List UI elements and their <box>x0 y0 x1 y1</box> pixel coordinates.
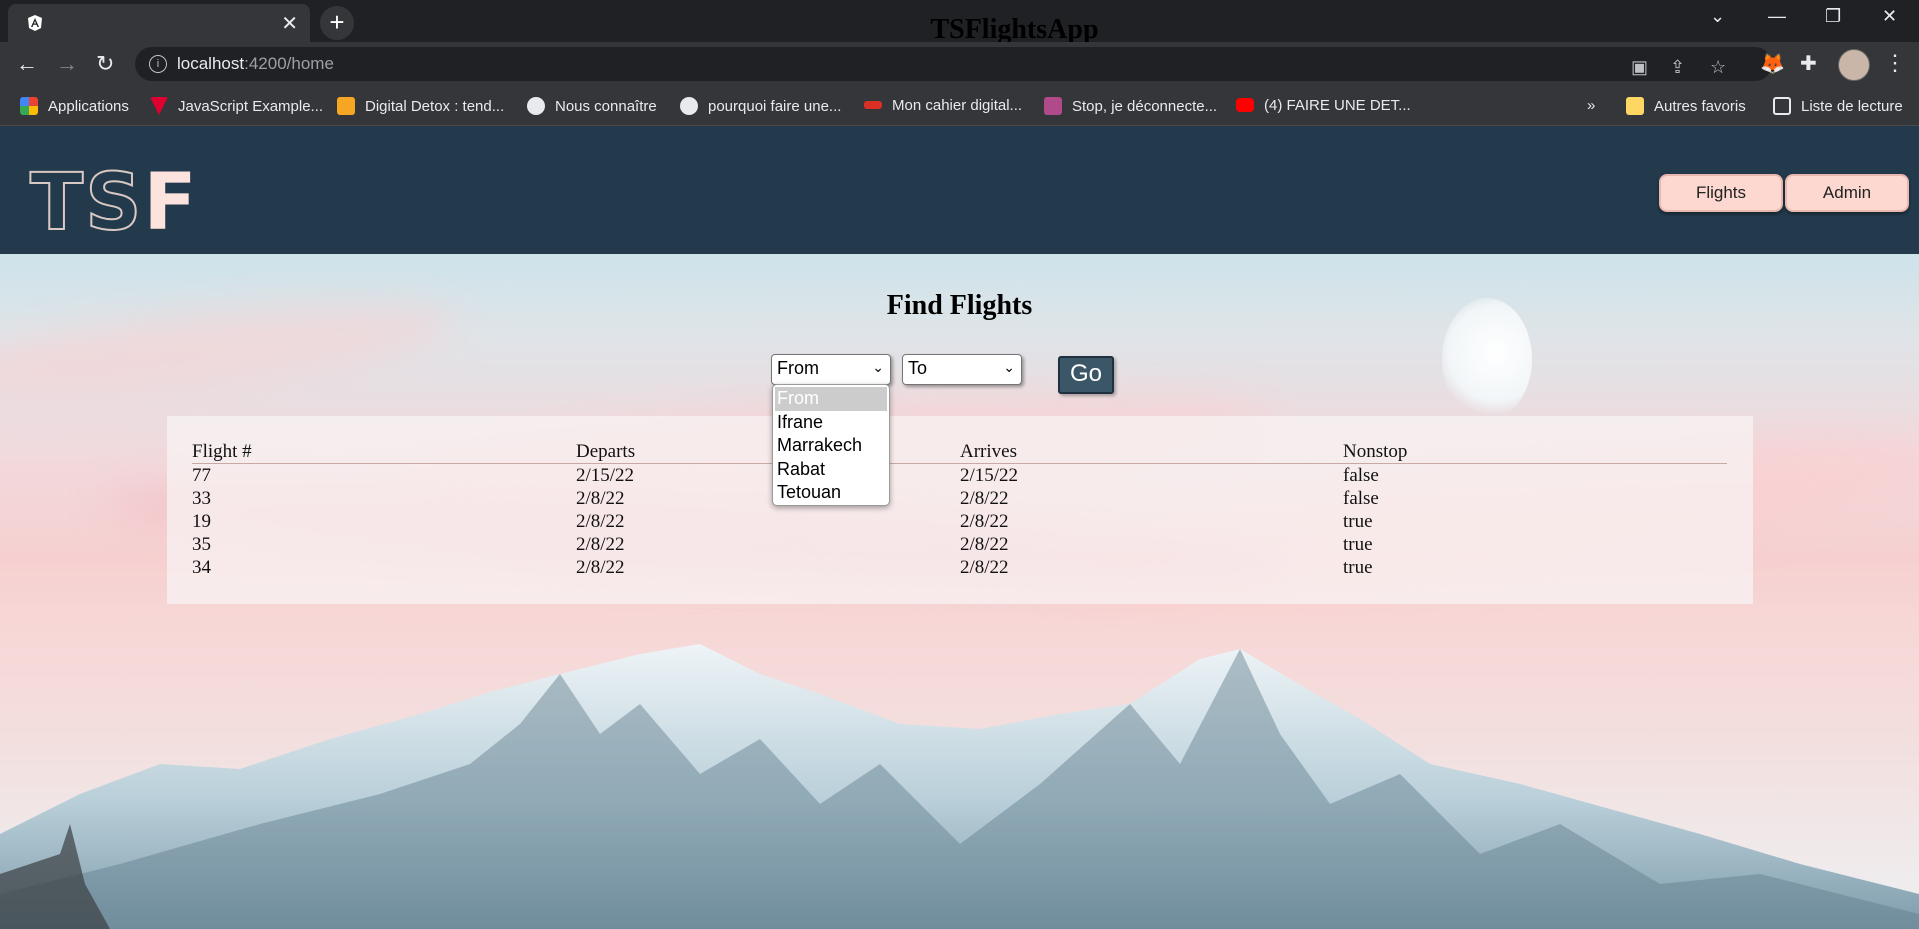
menu-kebab-icon[interactable]: ⋮ <box>1884 50 1906 76</box>
cell-nonstop: true <box>1343 534 1373 555</box>
translate-icon[interactable]: ▣ <box>1631 57 1648 78</box>
browser-tab[interactable]: TSFlightsApp ✕ <box>8 4 1099 45</box>
cahier-icon <box>864 101 882 109</box>
cell-arrives: 2/8/22 <box>960 488 1009 509</box>
new-tab-button[interactable]: + <box>320 6 354 40</box>
cell-flight-number: 77 <box>192 465 211 486</box>
bookmark-applications[interactable]: Applications <box>20 97 129 115</box>
angular-icon <box>150 97 168 115</box>
cell-departs: 2/8/22 <box>576 488 625 509</box>
flights-table-panel: Flight # Departs Arrives Nonstop 77 2/15… <box>167 416 1753 604</box>
cell-nonstop: false <box>1343 465 1379 486</box>
from-option-rabat[interactable]: Rabat <box>773 458 889 482</box>
from-option-marrakech[interactable]: Marrakech <box>773 434 889 458</box>
cell-flight-number: 35 <box>192 534 211 555</box>
forward-button[interactable]: → <box>56 51 78 77</box>
folder-icon <box>1626 97 1644 115</box>
cell-departs: 2/15/22 <box>576 465 635 486</box>
header-departs: Departs <box>576 441 636 462</box>
page-title: Find Flights <box>886 290 1033 321</box>
cell-flight-number: 34 <box>192 557 211 578</box>
from-option-from[interactable]: From <box>775 387 887 411</box>
mountain-range-image <box>0 644 1919 929</box>
minimize-button[interactable]: — <box>1768 6 1786 27</box>
address-bar[interactable]: i localhost:4200/home ▣ ⇪ ☆ <box>135 47 1772 81</box>
bookmark-mon-cahier[interactable]: Mon cahier digital... <box>864 97 1022 114</box>
cell-flight-number: 19 <box>192 511 211 532</box>
cell-arrives: 2/8/22 <box>960 534 1009 555</box>
bookmark-nous-connaitre[interactable]: Nous connaître <box>527 97 657 115</box>
cell-arrives: 2/8/22 <box>960 511 1009 532</box>
app-header: TSF Flights Admin <box>0 126 1919 254</box>
site-info-icon[interactable]: i <box>149 55 167 73</box>
bookmark-javascript-examples[interactable]: JavaScript Example... <box>150 97 323 115</box>
cell-departs: 2/8/22 <box>576 557 625 578</box>
header-flight-number: Flight # <box>192 441 252 462</box>
chevron-down-icon: ⌄ <box>872 359 884 375</box>
table-row[interactable]: 19 2/8/22 2/8/22 true <box>192 510 1727 533</box>
table-header-row: Flight # Departs Arrives Nonstop <box>192 440 1727 464</box>
from-option-tetouan[interactable]: Tetouan <box>773 481 889 505</box>
go-button[interactable]: Go <box>1058 356 1114 394</box>
cell-flight-number: 33 <box>192 488 211 509</box>
cell-nonstop: true <box>1343 557 1373 578</box>
digital-detox-icon <box>337 97 355 115</box>
cell-departs: 2/8/22 <box>576 534 625 555</box>
reading-list[interactable]: Liste de lecture <box>1773 97 1903 115</box>
metamask-extension-icon[interactable]: 🦊 <box>1760 51 1785 76</box>
table-row[interactable]: 34 2/8/22 2/8/22 true <box>192 556 1727 579</box>
bookmark-star-icon[interactable]: ☆ <box>1710 57 1726 78</box>
youtube-icon <box>1236 98 1254 112</box>
cell-nonstop: false <box>1343 488 1379 509</box>
reload-button[interactable]: ↻ <box>96 51 114 77</box>
cell-nonstop: true <box>1343 511 1373 532</box>
profile-avatar[interactable] <box>1838 49 1870 81</box>
other-bookmarks-folder[interactable]: Autres favoris <box>1626 97 1746 115</box>
browser-toolbar: ← → ↻ i localhost:4200/home ▣ ⇪ ☆ 🦊 ✚ ⋮ <box>0 42 1919 88</box>
globe-icon <box>527 97 545 115</box>
bookmark-youtube-faire-une-det[interactable]: (4) FAIRE UNE DET... <box>1236 97 1411 114</box>
tab-strip: TSFlightsApp ✕ + ⌄ — ❐ ✕ <box>0 0 1919 45</box>
mountain-background: Find Flights From ⌄ To ⌄ Go Flight # Dep… <box>0 254 1919 929</box>
restore-button[interactable]: ❐ <box>1825 6 1841 27</box>
chevron-down-icon: ⌄ <box>1003 359 1015 375</box>
from-select-dropdown: From Ifrane Marrakech Rabat Tetouan <box>772 384 890 506</box>
nav-admin-button[interactable]: Admin <box>1785 174 1909 212</box>
from-option-ifrane[interactable]: Ifrane <box>773 411 889 435</box>
bookmark-stop-je-deconnecte[interactable]: Stop, je déconnecte... <box>1044 97 1217 115</box>
apps-grid-icon <box>20 97 38 115</box>
table-row[interactable]: 35 2/8/22 2/8/22 true <box>192 533 1727 556</box>
nav-flights-button[interactable]: Flights <box>1659 174 1783 212</box>
table-row[interactable]: 77 2/15/22 2/15/22 false <box>192 464 1727 487</box>
cell-arrives: 2/8/22 <box>960 557 1009 578</box>
tab-search-icon[interactable]: ⌄ <box>1710 6 1725 27</box>
reading-list-icon <box>1773 97 1791 115</box>
to-select[interactable]: To ⌄ <box>902 354 1022 385</box>
close-tab-icon[interactable]: ✕ <box>281 11 298 36</box>
globe-icon <box>680 97 698 115</box>
bookmarks-bar: Applications JavaScript Example... Digit… <box>0 88 1919 126</box>
extensions-puzzle-icon[interactable]: ✚ <box>1800 51 1817 76</box>
cell-arrives: 2/15/22 <box>960 465 1019 486</box>
share-icon[interactable]: ⇪ <box>1670 57 1685 78</box>
close-window-button[interactable]: ✕ <box>1882 6 1897 27</box>
url-text: localhost:4200/home <box>177 54 334 73</box>
stop-icon <box>1044 97 1062 115</box>
table-row[interactable]: 33 2/8/22 2/8/22 false <box>192 487 1727 510</box>
flights-table: Flight # Departs Arrives Nonstop 77 2/15… <box>192 440 1727 579</box>
tsf-logo[interactable]: TSF <box>29 163 199 243</box>
header-nonstop: Nonstop <box>1343 441 1408 462</box>
from-select[interactable]: From ⌄ <box>771 354 891 385</box>
header-arrives: Arrives <box>960 441 1017 462</box>
bookmark-digital-detox[interactable]: Digital Detox : tend... <box>337 97 504 115</box>
back-button[interactable]: ← <box>16 51 38 77</box>
angular-icon <box>28 15 42 31</box>
cell-departs: 2/8/22 <box>576 511 625 532</box>
bookmarks-overflow-chevron[interactable]: » <box>1587 97 1595 114</box>
bookmark-pourquoi-faire[interactable]: pourquoi faire une... <box>680 97 841 115</box>
